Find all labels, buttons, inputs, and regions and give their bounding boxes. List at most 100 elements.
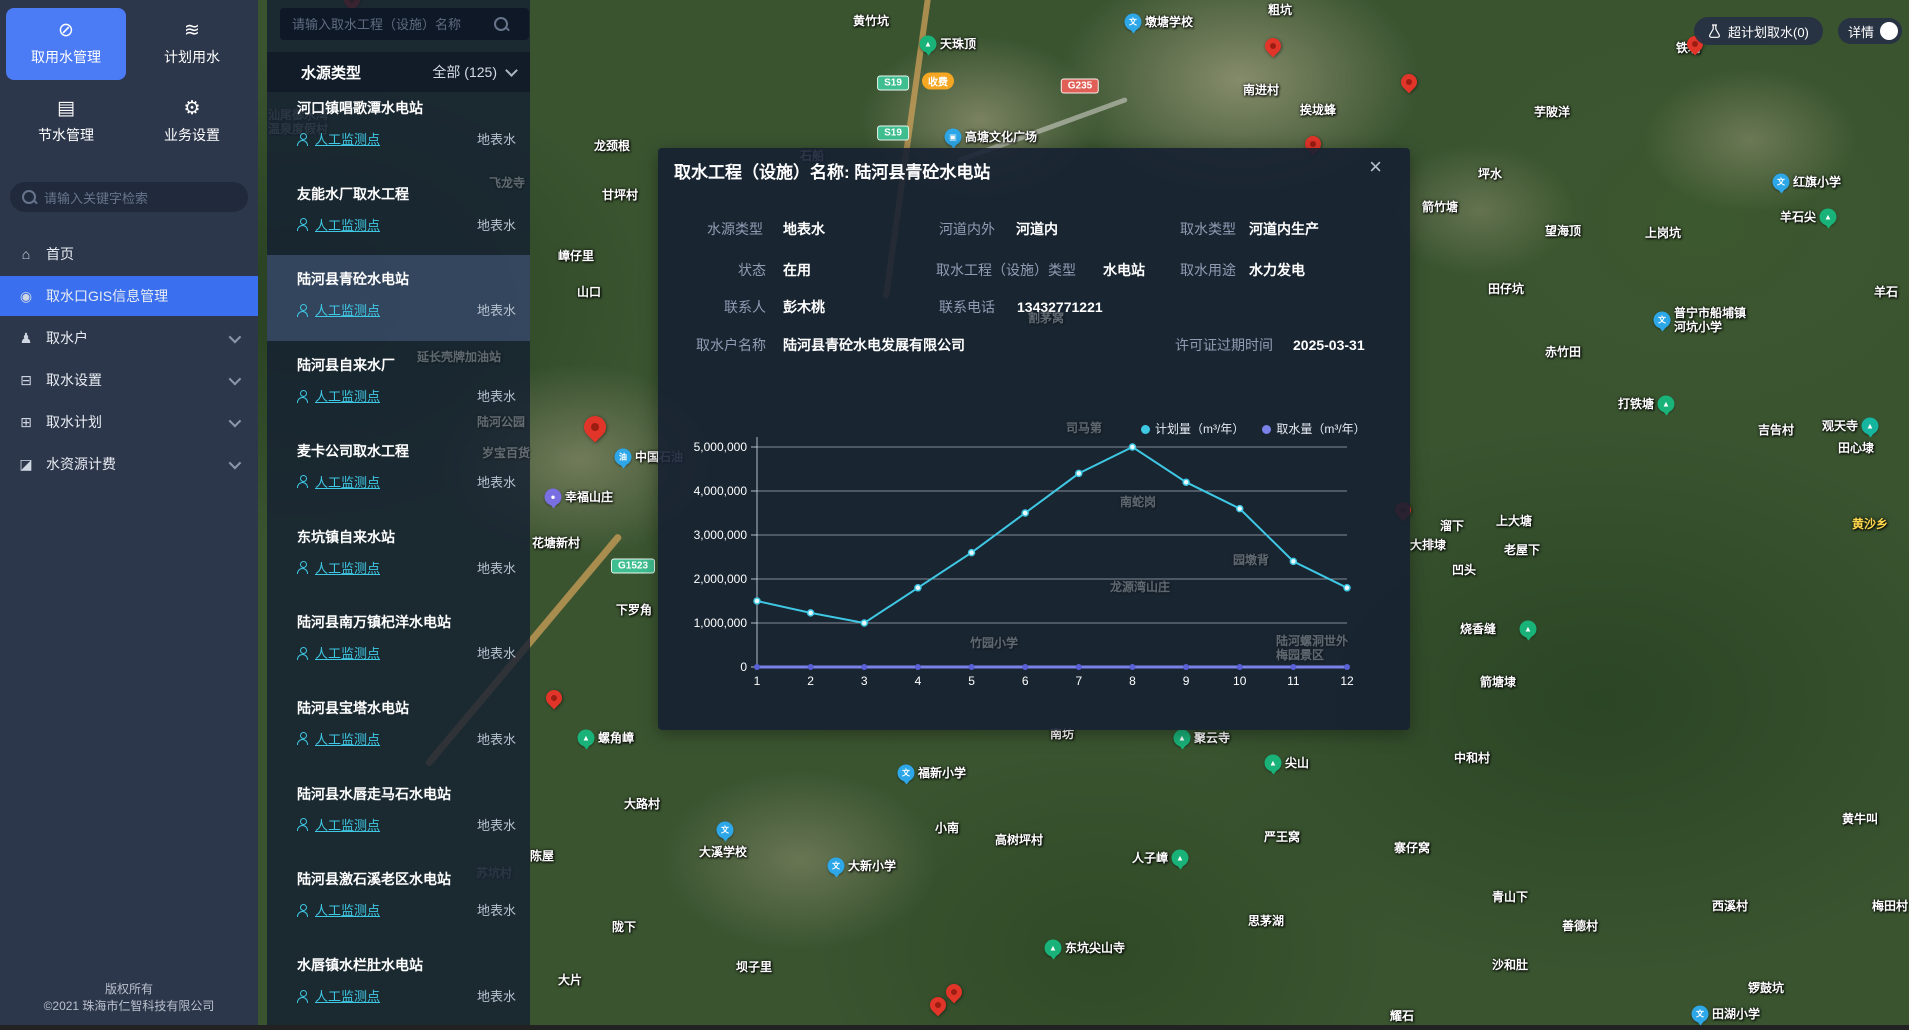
mountain-poi-icon-glyph: ▲ — [582, 734, 590, 743]
over-plan-button[interactable]: 超计划取水(0) — [1694, 17, 1823, 45]
monitor-tag[interactable]: 人工监测点 — [315, 129, 380, 148]
station-name: 陆河县宝塔水电站 — [297, 698, 516, 718]
map-place-label: 善德村 — [1562, 919, 1598, 933]
list-item[interactable]: 东坑镇自来水站人工监测点地表水 — [267, 513, 530, 599]
chevron-down-icon — [229, 414, 242, 427]
mountain-poi-icon[interactable]: ▲ — [1265, 755, 1282, 772]
temple-poi-icon[interactable]: ▲ — [1862, 418, 1879, 435]
document-icon: ▤ — [57, 99, 75, 119]
list-item[interactable]: 水唇镇水栏肚水电站人工监测点地表水 — [267, 941, 530, 1027]
monitor-tag[interactable]: 人工监测点 — [315, 900, 380, 919]
person-icon — [297, 647, 309, 659]
map-place-label: 溜下 — [1440, 519, 1464, 533]
station-name: 陆河县水唇走马石水电站 — [297, 784, 516, 804]
app-button-计划用水[interactable]: ≋计划用水 — [132, 8, 252, 80]
water-type: 地表水 — [477, 558, 516, 577]
monitor-tag[interactable]: 人工监测点 — [315, 815, 380, 834]
list-item[interactable]: 麦卡公司取水工程人工监测点地表水 — [267, 427, 530, 513]
station-search-input[interactable] — [280, 8, 529, 40]
monitor-tag[interactable]: 人工监测点 — [315, 729, 380, 748]
mountain-poi-icon[interactable]: ▲ — [1172, 850, 1189, 867]
person-icon — [297, 304, 309, 316]
list-item[interactable]: 陆河县宝塔水电站人工监测点地表水 — [267, 684, 530, 770]
app-button-取用水管理[interactable]: ⊘取用水管理 — [6, 8, 126, 80]
map-place-label: 上岗坑 — [1645, 226, 1681, 240]
map-place-label: 南进村 — [1243, 83, 1279, 97]
search-icon[interactable] — [494, 17, 508, 31]
station-meta: 人工监测点地表水 — [297, 729, 516, 748]
sidebar-item-取水户[interactable]: ♟取水户 — [0, 318, 258, 358]
app-button-节水管理[interactable]: ▤ 节水管理 — [6, 86, 126, 158]
sidebar-item-水资源计费[interactable]: ◪水资源计费 — [0, 444, 258, 484]
svg-text:0: 0 — [740, 660, 747, 674]
school-poi-icon[interactable]: 文 — [898, 765, 915, 782]
chevron-down-icon — [505, 64, 518, 77]
map-place-label: 下罗角 — [616, 603, 652, 617]
mountain-poi-icon[interactable]: ▲ — [1820, 209, 1837, 226]
school-poi-icon[interactable]: 文 — [828, 858, 845, 875]
app-root: { "topbar": {"over_plan": "超计划取水(0)", "d… — [0, 0, 1909, 1025]
sidebar-item-取水口GIS信息管理[interactable]: ◉取水口GIS信息管理 — [0, 276, 258, 316]
gas-station-poi-icon[interactable]: 油 — [615, 449, 632, 466]
school-poi-icon[interactable]: 文 — [1125, 14, 1142, 31]
school-poi-icon-glyph: 文 — [832, 861, 840, 872]
mountain-poi-icon[interactable]: ▲ — [1658, 396, 1675, 413]
mountain-poi-icon[interactable]: ▲ — [578, 730, 595, 747]
sidebar-item-取水计划[interactable]: ⊞取水计划 — [0, 402, 258, 442]
sidebar-item-取水设置[interactable]: ⊟取水设置 — [0, 360, 258, 400]
waves-icon: ≋ — [184, 21, 200, 41]
app-button-业务设置[interactable]: ⚙业务设置 — [132, 86, 252, 158]
station-name: 陆河县自来水厂 — [297, 355, 516, 375]
monitor-tag[interactable]: 人工监测点 — [315, 215, 380, 234]
school-poi-icon[interactable]: 文 — [1692, 1006, 1709, 1023]
svg-text:4: 4 — [915, 674, 922, 688]
temple-poi-icon[interactable]: ▲ — [1174, 730, 1191, 747]
poi-label: 人子嶂 — [1132, 851, 1168, 865]
list-item[interactable]: 陆河县自来水厂人工监测点地表水 — [267, 341, 530, 427]
water-type: 地表水 — [477, 215, 516, 234]
sidebar-item-label: 取水户 — [46, 328, 88, 348]
mountain-poi-icon[interactable]: ▲ — [920, 36, 937, 53]
school-poi-icon-glyph: 文 — [721, 825, 729, 836]
station-name: 水唇镇水栏肚水电站 — [297, 955, 516, 975]
map-pin-icon: ◉ — [18, 288, 34, 305]
poi-label: 普宁市船埔镇 河坑小学 — [1674, 306, 1746, 334]
plaza-poi-icon[interactable]: ▣ — [945, 129, 962, 146]
person-icon — [297, 732, 309, 744]
sidebar-search-input[interactable]: 请输入关键字检索 — [10, 182, 248, 212]
resort-poi-icon[interactable]: ● — [545, 489, 562, 506]
school-poi-icon[interactable]: 文 — [717, 822, 734, 839]
list-item[interactable]: 陆河县南万镇杞洋水电站人工监测点地表水 — [267, 598, 530, 684]
school-poi-icon[interactable]: 文 — [1773, 174, 1790, 191]
card-icon: ⊞ — [18, 414, 34, 431]
sidebar-item-label: 水资源计费 — [46, 454, 116, 474]
sidebar-item-首页[interactable]: ⌂首页 — [0, 234, 258, 274]
school-poi-icon[interactable]: 文 — [1654, 312, 1671, 329]
monitor-tag[interactable]: 人工监测点 — [315, 986, 380, 1005]
monitor-tag[interactable]: 人工监测点 — [315, 643, 380, 662]
monitor-tag[interactable]: 人工监测点 — [315, 386, 380, 405]
toggle-knob — [1880, 22, 1898, 40]
monitor-tag[interactable]: 人工监测点 — [315, 472, 380, 491]
school-poi-icon-glyph: 文 — [1129, 17, 1137, 28]
monitor-tag[interactable]: 人工监测点 — [315, 300, 380, 319]
map-place-label: 凹头 — [1452, 563, 1476, 577]
station-name: 陆河县青砼水电站 — [297, 269, 516, 289]
sidebar-item-label: 取水设置 — [46, 370, 102, 390]
list-item[interactable]: 友能水厂取水工程人工监测点地表水 — [267, 170, 530, 256]
detail-toggle[interactable]: 详情 — [1838, 18, 1902, 44]
temple-poi-icon[interactable]: ▲ — [1045, 940, 1062, 957]
person-icon — [297, 133, 309, 145]
svg-text:10: 10 — [1233, 674, 1247, 688]
list-item[interactable]: 陆河县水唇走马石水电站人工监测点 地表水 — [267, 770, 530, 856]
app-label: 节水管理 — [38, 125, 94, 145]
mountain-poi-icon[interactable]: ▲ — [1520, 621, 1537, 638]
list-item[interactable]: 陆河县激石溪老区水电站人工监测点地表水 — [267, 855, 530, 941]
list-item[interactable]: 河口镇唱歌潭水电站人工监测点地表水 — [267, 84, 530, 170]
station-meta: 人工监测点 地表水 — [297, 558, 516, 577]
list-item[interactable]: 陆河县青砼水电站人工监测点地表水 — [267, 255, 530, 341]
monitor-tag[interactable]: 人工监测点 — [315, 558, 380, 577]
water-type: 地表水 — [477, 815, 516, 834]
school-poi-icon-glyph: 文 — [1777, 177, 1785, 188]
map-place-label: 中和村 — [1454, 751, 1490, 765]
